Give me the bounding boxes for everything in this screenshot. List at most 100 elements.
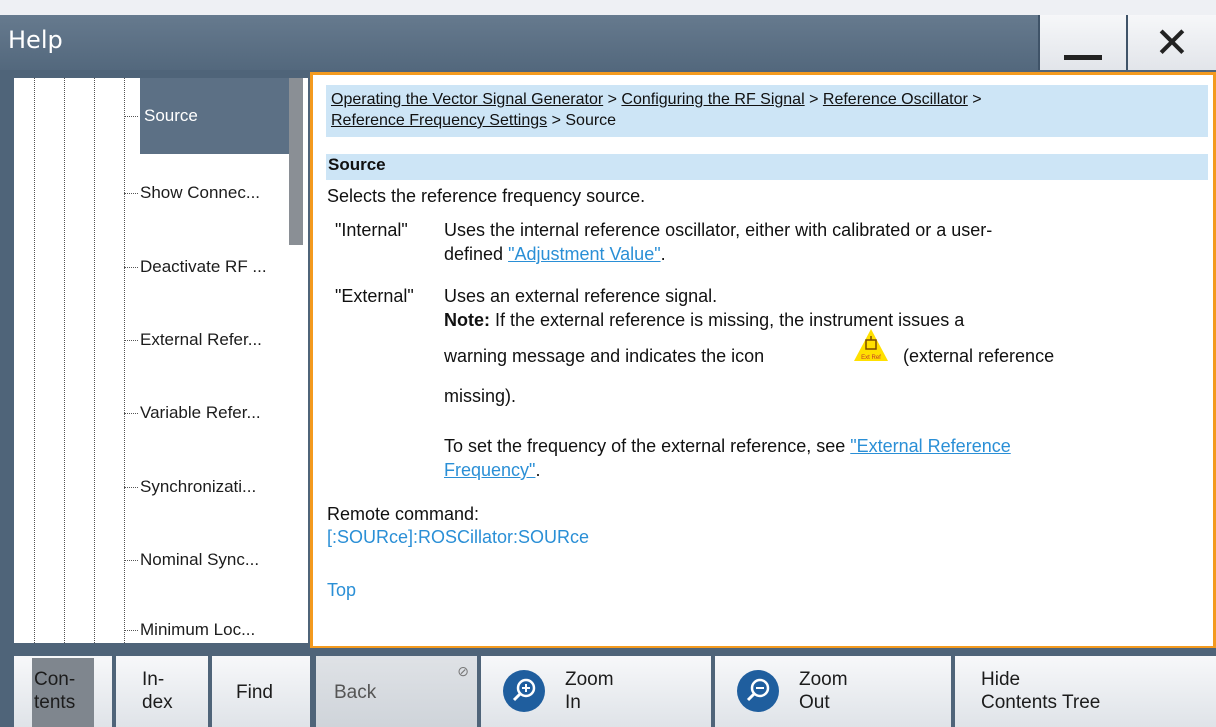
internal-text-post: . [660, 244, 666, 264]
remote-command: [:SOURce]:ROSCillator:SOURce [327, 526, 589, 548]
external-reference-frequency-link-cont[interactable]: Frequency" [444, 460, 535, 480]
top-link: Top [327, 579, 356, 601]
tree-item-label: Show Connec... [140, 183, 261, 202]
external-set-frequency-line2: Frequency". [444, 459, 540, 481]
index-label-line2: dex [142, 692, 173, 713]
window-title: Help [8, 26, 63, 54]
contents-tree: Source Show Connec... Deactivate RF ... … [14, 78, 308, 643]
tree-item-label: Minimum Loc... [140, 620, 256, 639]
breadcrumb-separator: > [972, 91, 982, 108]
find-label: Find [236, 682, 273, 703]
external-warning-line-post: (external reference [903, 346, 1055, 366]
note-label: Note: [444, 310, 490, 330]
minimize-button[interactable] [1038, 15, 1126, 70]
term-internal: "Internal" [335, 220, 408, 240]
back-label: Back [334, 682, 377, 703]
top-link-anchor[interactable]: Top [327, 580, 356, 600]
zoom-out-button[interactable]: Zoom Out [715, 656, 951, 727]
close-button[interactable]: ✕ [1126, 15, 1216, 70]
tree-connector [124, 267, 138, 268]
section-title: Source [326, 154, 1208, 180]
external-reference-frequency-link[interactable]: "External Reference [850, 436, 1010, 456]
index-label-line1: In- [142, 669, 165, 690]
hide-contents-tree-button[interactable]: Hide Contents Tree [955, 656, 1216, 727]
find-button[interactable]: Find [212, 656, 310, 727]
breadcrumb-current: Source [565, 112, 617, 129]
tree-guide-line [94, 78, 95, 643]
tree-connector [124, 487, 138, 488]
index-label: In- dex [142, 668, 173, 714]
index-button[interactable]: In- dex [116, 656, 208, 727]
tree-item-minimum-lock[interactable]: Minimum Loc... [124, 598, 308, 643]
help-content-panel: Operating the Vector Signal Generator > … [310, 72, 1216, 649]
tree-item-label: External Refer... [140, 330, 262, 349]
internal-text-pre: defined [444, 244, 509, 264]
minimize-icon [1064, 55, 1102, 60]
description-text: Selects the reference frequency source. [327, 186, 646, 206]
contents-button[interactable]: Con- tents [14, 656, 112, 727]
tree-connector [124, 340, 138, 341]
tree-item-label: Source [144, 106, 198, 125]
tree-item-label: Nominal Sync... [140, 550, 260, 569]
tree-item-nominal-sync[interactable]: Nominal Sync... [124, 528, 308, 592]
zoom-out-label-line1: Zoom [799, 669, 848, 690]
external-description: Uses an external reference signal. [444, 286, 718, 306]
tree-connector [124, 630, 138, 631]
tree-item-synchronization[interactable]: Synchronizati... [124, 455, 308, 519]
zoom-out-icon [737, 670, 779, 712]
contents-label-line1: Con- [34, 669, 76, 690]
note-text: If the external reference is missing, th… [490, 310, 965, 330]
internal-description-line2: defined "Adjustment Value". [444, 243, 666, 265]
hide-contents-tree-label: Hide Contents Tree [981, 668, 1100, 714]
tree-guide-line [64, 78, 65, 643]
breadcrumb-link[interactable]: Reference Oscillator [823, 91, 968, 108]
tree-connector [124, 193, 138, 194]
breadcrumb-separator: > [551, 112, 561, 129]
term-external: "External" [335, 286, 414, 306]
external-warning-line: warning message and indicates the icon [444, 346, 765, 366]
breadcrumb-link[interactable]: Configuring the RF Signal [621, 91, 804, 108]
zoom-in-button[interactable]: Zoom In [481, 656, 711, 727]
help-toolbar: Con- tents In- dex Find Back ⊘ Zoom In Z… [0, 648, 1216, 727]
zoom-in-label: Zoom In [565, 668, 614, 714]
hide-label-line2: Contents Tree [981, 692, 1101, 713]
tree-item-show-connectors[interactable]: Show Connec... [124, 161, 308, 225]
breadcrumb-separator: > [809, 91, 819, 108]
tree-connector [124, 116, 138, 117]
tree-item-label: Deactivate RF ... [140, 257, 267, 276]
zoom-out-label-line2: Out [799, 692, 830, 713]
tree-item-variable-reference[interactable]: Variable Refer... [124, 381, 308, 445]
disabled-icon: ⊘ [457, 663, 469, 679]
zoom-in-icon [503, 670, 545, 712]
internal-description: Uses the internal reference oscillator, … [444, 220, 993, 240]
adjustment-value-link[interactable]: "Adjustment Value" [508, 244, 661, 264]
tree-scrollbar[interactable] [289, 78, 303, 643]
ext-ref-missing-icon: Ext Ref [854, 329, 888, 361]
tree-item-deactivate-rf[interactable]: Deactivate RF ... [124, 235, 308, 299]
contents-label: Con- tents [34, 668, 75, 714]
title-bar-background [0, 15, 1216, 70]
zoom-in-label-line2: In [565, 692, 581, 713]
breadcrumb-link[interactable]: Reference Frequency Settings [331, 112, 547, 129]
contents-label-line2: tents [34, 692, 76, 713]
remote-command-link[interactable]: [:SOURce]:ROSCillator:SOURce [327, 527, 589, 547]
tree-connector [124, 413, 138, 414]
tree-guide-line [34, 78, 35, 643]
tree-item-source[interactable]: Source [124, 78, 300, 154]
back-button[interactable]: Back ⊘ [316, 656, 477, 727]
zoom-out-label: Zoom Out [799, 668, 848, 714]
breadcrumb-link[interactable]: Operating the Vector Signal Generator [331, 91, 603, 108]
set-frequency-text: To set the frequency of the external ref… [444, 436, 851, 456]
set-frequency-end: . [535, 460, 541, 480]
close-icon: ✕ [1154, 17, 1190, 67]
tree-connector [124, 560, 138, 561]
tree-item-external-reference[interactable]: External Refer... [124, 308, 308, 372]
tree-item-label: Synchronizati... [140, 477, 257, 496]
ext-ref-icon-label: Ext Ref [861, 355, 881, 361]
external-missing-text: missing). [444, 386, 517, 406]
zoom-in-label-line1: Zoom [565, 669, 614, 690]
external-set-frequency: To set the frequency of the external ref… [444, 435, 1011, 457]
title-bar: Help ✕ [0, 0, 1216, 70]
tree-scrollbar-thumb[interactable] [289, 78, 303, 245]
breadcrumb: Operating the Vector Signal Generator > … [326, 85, 1208, 137]
